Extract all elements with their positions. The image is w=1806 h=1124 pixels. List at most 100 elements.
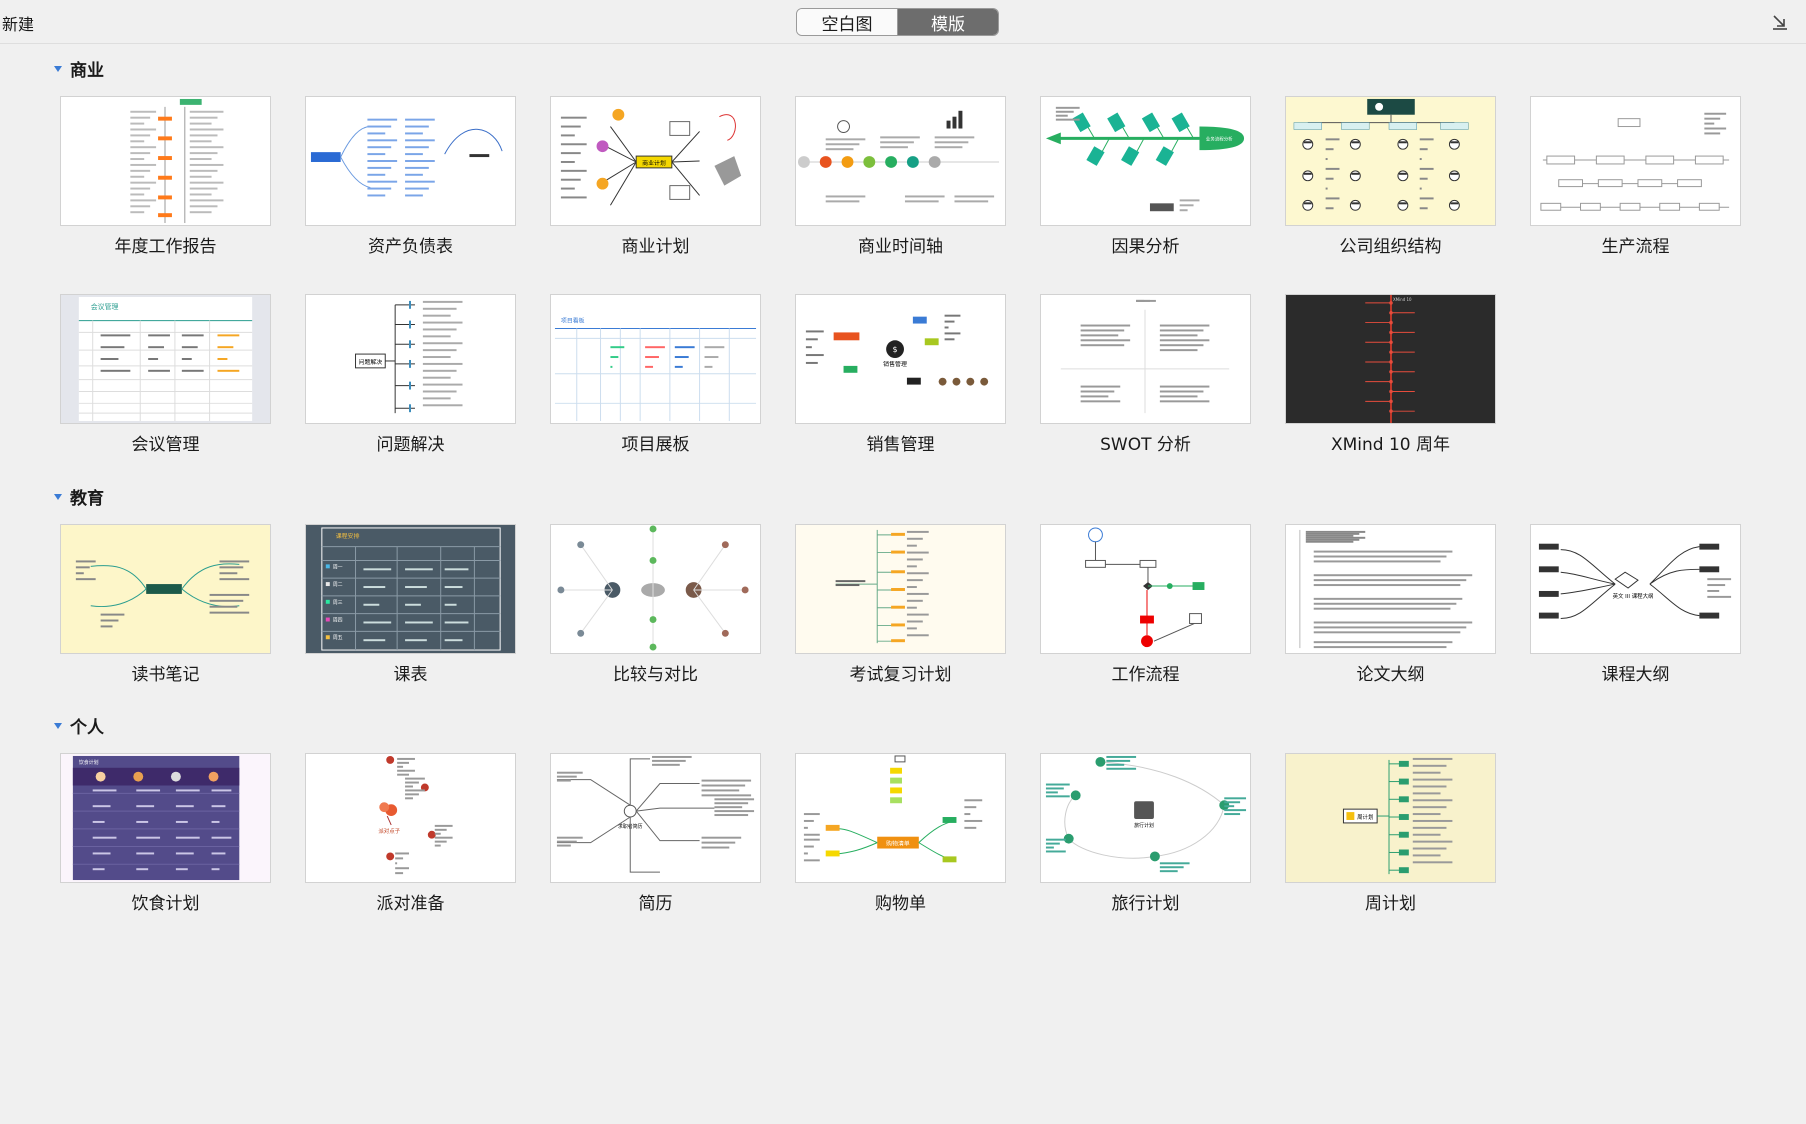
- svg-text:问题解决: 问题解决: [359, 358, 383, 366]
- disclosure-triangle-icon[interactable]: [54, 722, 62, 729]
- template-thumbnail[interactable]: 周计划: [1285, 753, 1496, 883]
- template-thumbnail[interactable]: XMind 10: [1285, 294, 1496, 424]
- template-label: 论文大纲: [1356, 665, 1425, 685]
- template-thumbnail[interactable]: 商业计划: [550, 96, 761, 226]
- template-label: 年度工作报告: [114, 237, 217, 257]
- template-thumbnail[interactable]: [1285, 96, 1496, 226]
- template-card[interactable]: 生产流程: [1530, 96, 1741, 257]
- template-card[interactable]: 周计划 周计划: [1285, 753, 1496, 914]
- template-card[interactable]: 问题解决 问题解决: [305, 294, 516, 455]
- template-card[interactable]: 公司组织结构: [1285, 96, 1496, 257]
- template-thumbnail[interactable]: [550, 524, 761, 654]
- template-card[interactable]: 考试复习计划: [795, 524, 1006, 685]
- template-label: 课表: [393, 665, 428, 685]
- svg-text:会议管理: 会议管理: [91, 302, 119, 311]
- svg-text:周四: 周四: [333, 618, 343, 624]
- template-thumbnail[interactable]: [1530, 96, 1741, 226]
- disclosure-triangle-icon[interactable]: [54, 493, 62, 500]
- template-card[interactable]: 派对点子 派对准备: [305, 753, 516, 914]
- svg-text:$: $: [893, 345, 898, 354]
- template-card[interactable]: 购物清单 购物单: [795, 753, 1006, 914]
- svg-text:英文 III 课程大纲: 英文 III 课程大纲: [1613, 592, 1654, 600]
- template-thumbnail[interactable]: 英文 III 课程大纲: [1530, 524, 1741, 654]
- template-label: 项目展板: [621, 435, 690, 455]
- svg-text:周五: 周五: [333, 635, 343, 641]
- template-label: 公司组织结构: [1339, 237, 1442, 257]
- template-thumbnail[interactable]: [60, 524, 271, 654]
- template-card[interactable]: 旅行计划 旅行计划: [1040, 753, 1251, 914]
- template-thumbnail[interactable]: 派对点子: [305, 753, 516, 883]
- template-card[interactable]: 商业时间轴: [795, 96, 1006, 257]
- svg-text:业务流程分析: 业务流程分析: [1206, 135, 1233, 142]
- template-card[interactable]: 课程安排 周一 周二 周三 周四 周五 课表: [305, 524, 516, 685]
- template-label: 课程大纲: [1601, 665, 1670, 685]
- svg-text:项目看板: 项目看板: [561, 317, 585, 325]
- template-thumbnail[interactable]: $ 销售管理: [795, 294, 1006, 424]
- template-label: 简历: [638, 894, 673, 914]
- template-thumbnail[interactable]: [795, 524, 1006, 654]
- template-card[interactable]: 商业计划 商业计划: [550, 96, 761, 257]
- template-label: 因果分析: [1111, 237, 1180, 257]
- template-label: 生产流程: [1601, 237, 1670, 257]
- template-thumbnail[interactable]: [795, 96, 1006, 226]
- template-card[interactable]: 业务流程分析 因果分析: [1040, 96, 1251, 257]
- template-card[interactable]: 求职者简历 简历: [550, 753, 761, 914]
- svg-text:周三: 周三: [333, 600, 343, 606]
- tab-templates[interactable]: 模版: [898, 9, 998, 35]
- template-card[interactable]: 比较与对比: [550, 524, 761, 685]
- template-thumbnail[interactable]: [60, 96, 271, 226]
- template-thumbnail[interactable]: 饮食计划: [60, 753, 271, 883]
- svg-text:饮食计划: 饮食计划: [79, 759, 99, 766]
- template-label: 派对准备: [376, 894, 445, 914]
- template-card[interactable]: 饮食计划 饮食计划: [60, 753, 271, 914]
- template-card[interactable]: 会议管理 会议管理: [60, 294, 271, 455]
- template-card[interactable]: 论文大纲: [1285, 524, 1496, 685]
- svg-text:商业计划: 商业计划: [642, 159, 666, 167]
- template-thumbnail[interactable]: [1040, 294, 1251, 424]
- template-card[interactable]: $ 销售管理 销售管理: [795, 294, 1006, 455]
- template-card[interactable]: 工作流程: [1040, 524, 1251, 685]
- template-thumbnail[interactable]: 求职者简历: [550, 753, 761, 883]
- section-header[interactable]: 教育: [54, 484, 104, 509]
- template-card[interactable]: 资产负债表: [305, 96, 516, 257]
- template-thumbnail[interactable]: 课程安排 周一 周二 周三 周四 周五: [305, 524, 516, 654]
- window-title: 新建: [2, 15, 35, 34]
- template-label: 周计划: [1365, 894, 1416, 914]
- tab-blank-map[interactable]: 空白图: [797, 9, 898, 35]
- mode-segmented-control[interactable]: 空白图 模版: [796, 8, 999, 36]
- section-title: 商业: [70, 61, 104, 81]
- template-thumbnail[interactable]: 购物清单: [795, 753, 1006, 883]
- template-label: 购物单: [875, 894, 926, 914]
- template-card[interactable]: XMind 10 XMind 10 周年: [1285, 294, 1496, 455]
- top-bar: 新建 空白图 模版: [0, 0, 1806, 44]
- section-header[interactable]: 个人: [54, 713, 104, 738]
- section-header[interactable]: 商业: [54, 56, 104, 81]
- template-thumbnail[interactable]: 项目看板: [550, 294, 761, 424]
- template-card[interactable]: 年度工作报告: [60, 96, 271, 257]
- svg-text:XMind 10: XMind 10: [1393, 297, 1412, 302]
- template-thumbnail[interactable]: 会议管理: [60, 294, 271, 424]
- template-card[interactable]: 英文 III 课程大纲 课程大纲: [1530, 524, 1741, 685]
- template-label: 销售管理: [866, 435, 935, 455]
- svg-text:课程安排: 课程安排: [336, 532, 360, 540]
- template-label: 读书笔记: [131, 665, 200, 685]
- template-thumbnail[interactable]: 旅行计划: [1040, 753, 1251, 883]
- disclosure-triangle-icon[interactable]: [54, 65, 62, 72]
- svg-text:派对点子: 派对点子: [378, 827, 400, 835]
- template-card[interactable]: 读书笔记: [60, 524, 271, 685]
- template-label: XMind 10 周年: [1330, 435, 1451, 455]
- template-card[interactable]: 项目看板 项目展板: [550, 294, 761, 455]
- template-card[interactable]: SWOT 分析: [1040, 294, 1251, 455]
- svg-text:周计划: 周计划: [1357, 813, 1373, 821]
- template-label: 资产负债表: [368, 237, 453, 257]
- svg-text:销售管理: 销售管理: [883, 360, 907, 368]
- template-thumbnail[interactable]: 问题解决: [305, 294, 516, 424]
- template-label: 比较与对比: [613, 665, 698, 685]
- svg-text:周二: 周二: [333, 582, 343, 588]
- template-thumbnail[interactable]: [305, 96, 516, 226]
- template-label: 会议管理: [131, 435, 200, 455]
- template-thumbnail[interactable]: [1040, 524, 1251, 654]
- import-arrow-icon[interactable]: [1770, 12, 1790, 32]
- template-thumbnail[interactable]: 业务流程分析: [1040, 96, 1251, 226]
- template-thumbnail[interactable]: [1285, 524, 1496, 654]
